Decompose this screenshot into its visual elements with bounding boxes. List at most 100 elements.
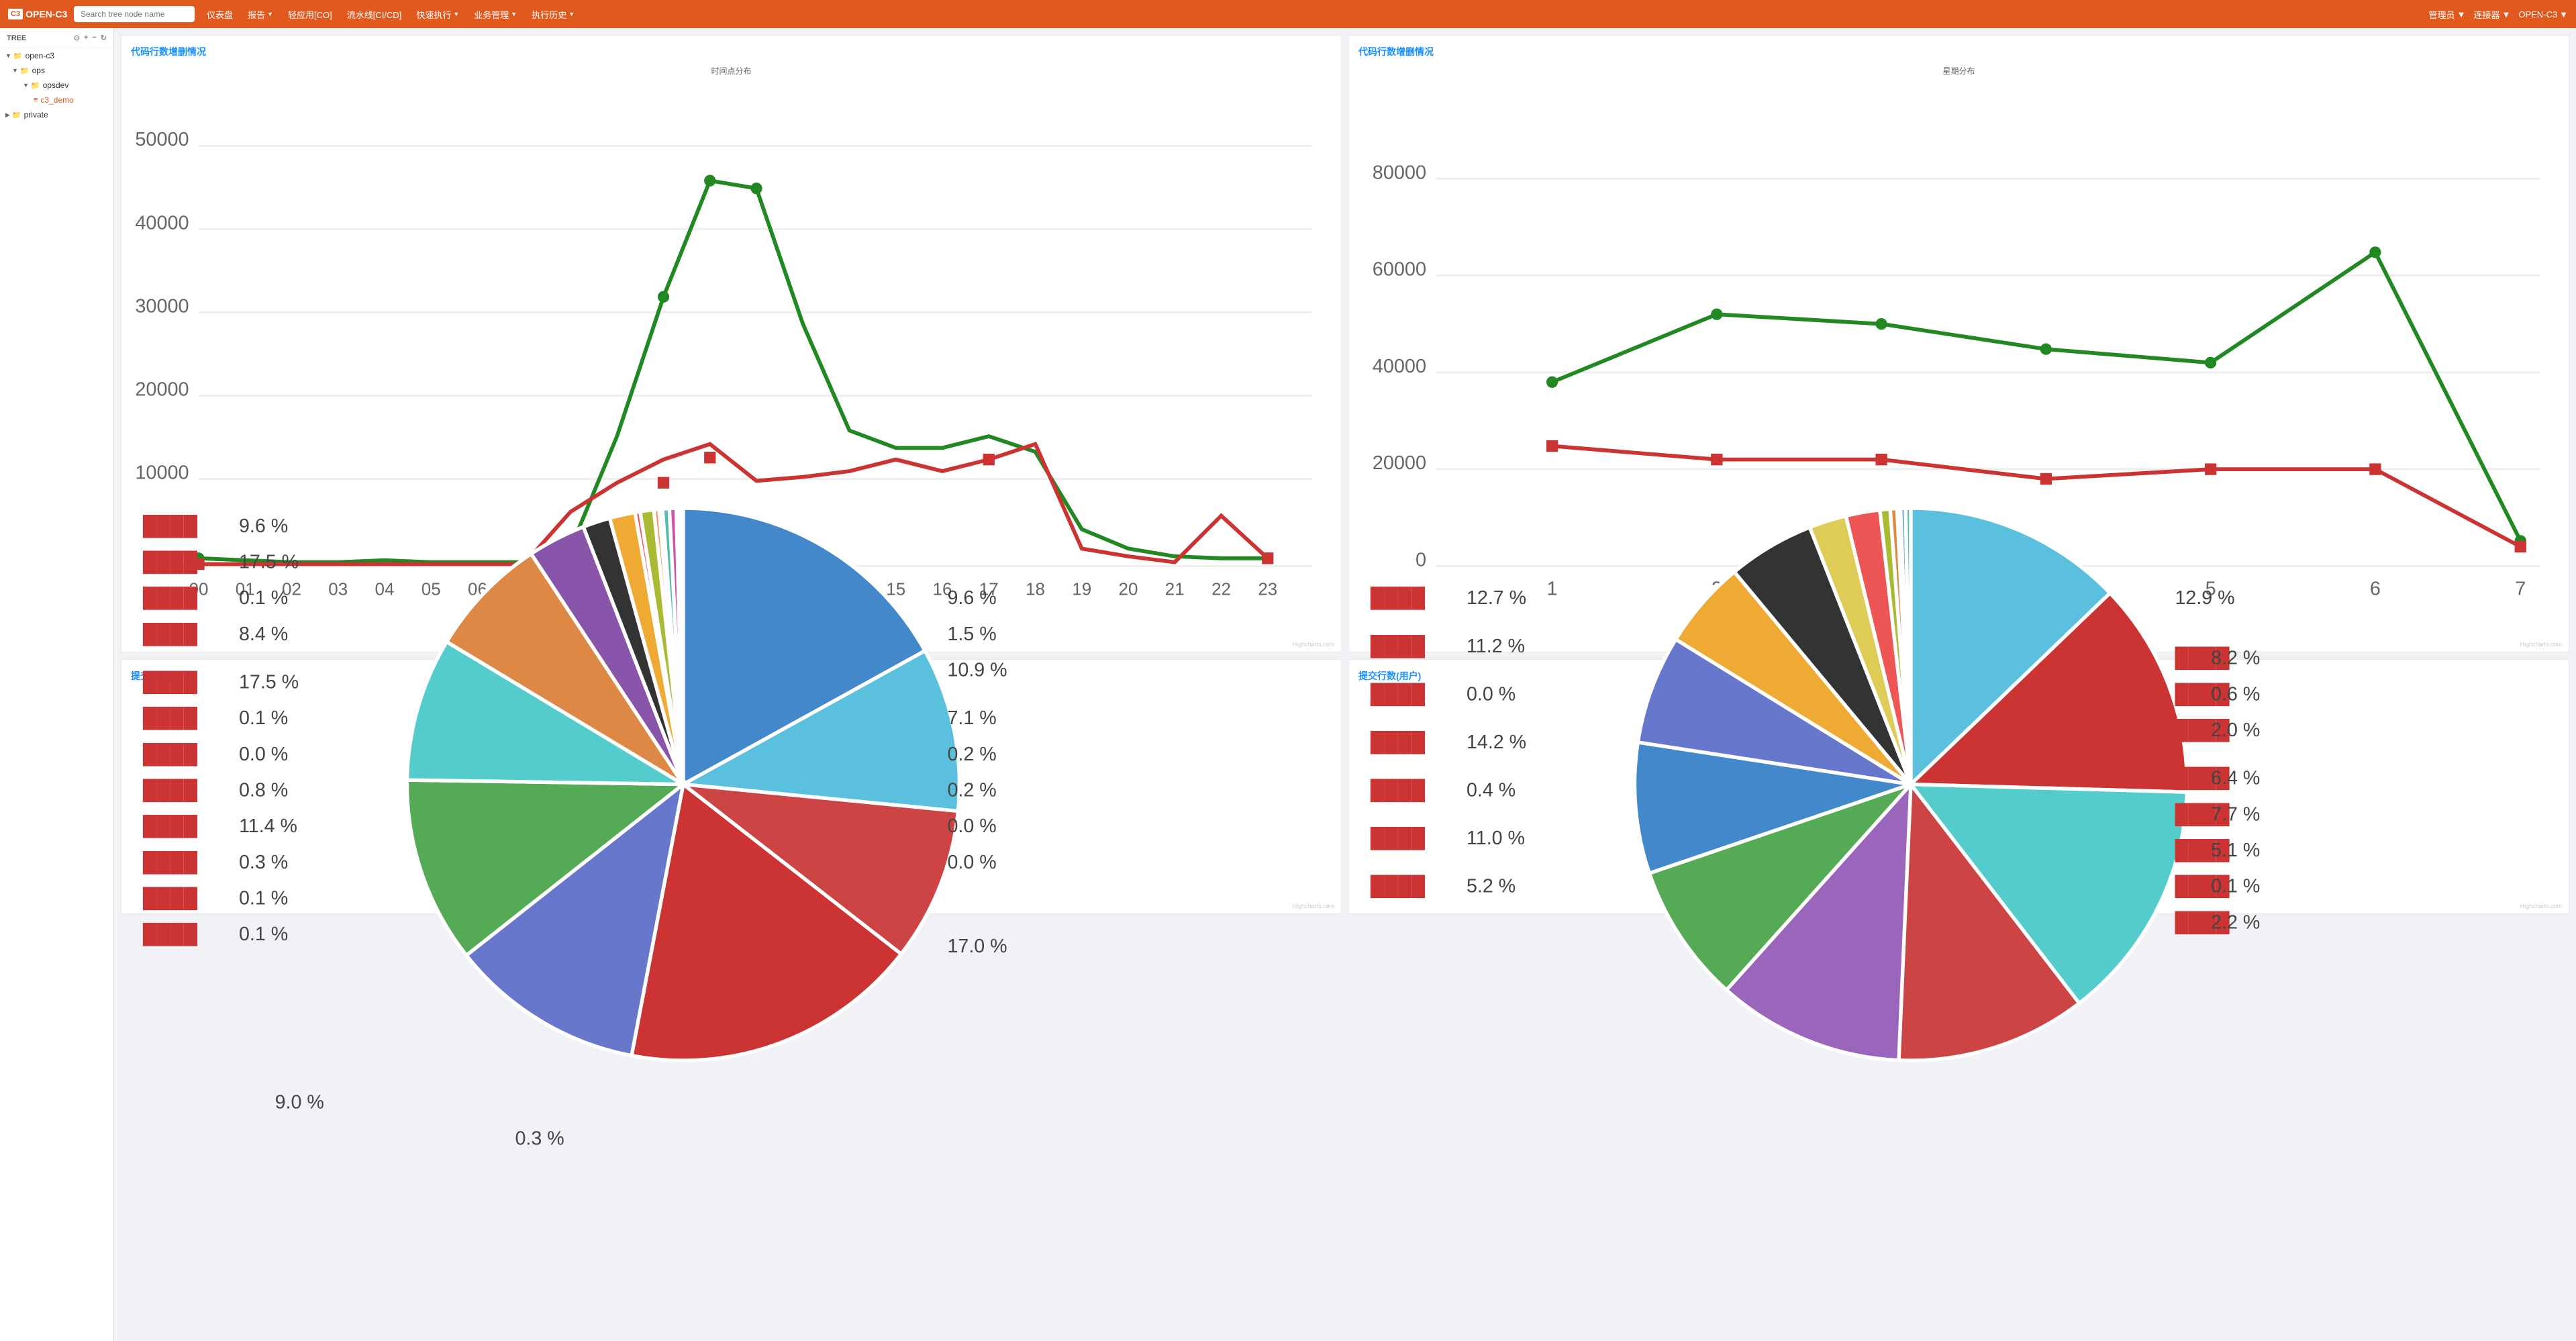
file-icon-c3demo: ≡ [34, 96, 38, 104]
svg-text:████: ████ [1371, 683, 1426, 707]
svg-text:14.2 %: 14.2 % [1467, 732, 1526, 753]
main-layout: TREE ⊙ + − ↻ ▼ 📁 open-c3 ▼ 📁 ops ▼ 📁 ops… [0, 28, 2576, 1341]
svg-text:████: ████ [143, 622, 198, 646]
svg-text:11.0 %: 11.0 % [1467, 828, 1525, 849]
nav-quick-arrow: ▼ [453, 11, 459, 17]
pie-container-3: ████ 9.6 % ████ 17.5 % ████ 0.1 % ████ 8… [131, 689, 1332, 904]
folder-icon-private: 📁 [12, 111, 21, 119]
charts-grid: 代码行数增删情况 时间点分布 0 10000 20000 30000 40000… [121, 35, 2569, 914]
tree-node-private[interactable]: ▶ 📁 private [0, 107, 113, 122]
tree-arrow-private: ▶ [5, 111, 10, 119]
svg-text:8.4 %: 8.4 % [239, 624, 288, 645]
svg-text:11.4 %: 11.4 % [239, 816, 297, 838]
svg-text:████: ████ [143, 742, 198, 766]
sidebar-icon-add[interactable]: + [84, 34, 88, 42]
sidebar-header: TREE ⊙ + − ↻ [0, 28, 113, 48]
tree-node-opsdev[interactable]: ▼ 📁 opsdev [0, 78, 113, 93]
search-input[interactable] [74, 6, 195, 22]
svg-text:████: ████ [1371, 587, 1426, 611]
svg-text:████: ████ [1371, 730, 1426, 754]
svg-text:1.5 %: 1.5 % [948, 624, 997, 645]
svg-text:7.7 %: 7.7 % [2211, 804, 2260, 826]
svg-text:████: ████ [143, 850, 198, 875]
tree-label-ops: ops [32, 66, 45, 75]
svg-text:50000: 50000 [135, 129, 189, 150]
tree-node-open-c3[interactable]: ▼ 📁 open-c3 [0, 48, 113, 63]
svg-text:0.6 %: 0.6 % [2211, 684, 2260, 705]
svg-text:6.4 %: 6.4 % [2211, 768, 2260, 789]
nav-dashboard[interactable]: 仪表盘 [200, 5, 240, 23]
svg-text:████: ████ [143, 550, 198, 575]
sidebar-icons: ⊙ + − ↻ [74, 34, 107, 42]
highcharts-credit-4: Highcharts.com [2520, 903, 2562, 909]
svg-text:30000: 30000 [135, 295, 189, 317]
nav-cicd[interactable]: 流水线[CI/CD] [340, 5, 409, 23]
svg-text:0.0 %: 0.0 % [239, 744, 288, 765]
folder-icon-open-c3: 📁 [13, 52, 23, 60]
tree-label-c3demo: c3_demo [40, 95, 73, 105]
nav-business[interactable]: 业务管理 ▼ [467, 5, 524, 23]
svg-text:████: ████ [143, 779, 198, 803]
nav-reports-arrow: ▼ [267, 11, 273, 17]
svg-text:80000: 80000 [1373, 162, 1426, 183]
svg-text:12.9 %: 12.9 % [2175, 588, 2235, 609]
sidebar-icon-refresh[interactable]: ↻ [101, 34, 107, 42]
nav-history[interactable]: 执行历史 ▼ [525, 5, 581, 23]
svg-text:████: ████ [143, 670, 198, 695]
svg-text:0.0 %: 0.0 % [948, 816, 997, 838]
tree-label-opsdev: opsdev [43, 81, 69, 90]
svg-text:17.5 %: 17.5 % [239, 672, 299, 693]
svg-text:20000: 20000 [135, 379, 189, 400]
svg-text:████: ████ [143, 514, 198, 538]
chart-subtitle-2: 星期分布 [1358, 65, 2559, 77]
svg-text:12.7 %: 12.7 % [1467, 588, 1526, 609]
svg-text:████: ████ [1371, 634, 1426, 658]
nav-co[interactable]: 轻应用[CO] [281, 5, 339, 23]
chart-title-1: 代码行数增删情况 [131, 45, 1332, 58]
chart-subtitle-1: 时间点分布 [131, 65, 1332, 77]
svg-text:17.0 %: 17.0 % [948, 936, 1007, 957]
svg-text:40000: 40000 [1373, 356, 1426, 377]
svg-text:0.2 %: 0.2 % [948, 744, 997, 765]
svg-text:0.1 %: 0.1 % [2211, 876, 2260, 897]
svg-text:5.1 %: 5.1 % [2211, 840, 2260, 861]
svg-text:17.5 %: 17.5 % [239, 552, 299, 573]
main-content: 代码行数增删情况 时间点分布 0 10000 20000 30000 40000… [114, 28, 2576, 1341]
nav-items: 仪表盘 报告 ▼ 轻应用[CO] 流水线[CI/CD] 快速执行 ▼ 业务管理 … [200, 5, 2424, 23]
svg-text:0.1 %: 0.1 % [239, 708, 288, 730]
nav-reports[interactable]: 报告 ▼ [241, 5, 280, 23]
chart-card-4: 提交行数(用户) ████ 12.7 % ████ 11.2 % ████ 0.… [1348, 659, 2569, 914]
nav-quick[interactable]: 快速执行 ▼ [409, 5, 466, 23]
svg-text:10.9 %: 10.9 % [948, 660, 1007, 681]
svg-text:60000: 60000 [1373, 259, 1426, 281]
logo[interactable]: C3 OPEN-C3 [8, 9, 68, 19]
highcharts-credit-3: Highcharts.com [1292, 903, 1334, 909]
tree-node-ops[interactable]: ▼ 📁 ops [0, 63, 113, 78]
svg-text:2.2 %: 2.2 % [2211, 912, 2260, 934]
svg-text:9.0 %: 9.0 % [275, 1092, 324, 1113]
svg-text:████: ████ [143, 923, 198, 947]
svg-text:████: ████ [143, 587, 198, 611]
svg-text:████: ████ [143, 815, 198, 839]
folder-icon-ops: 📁 [20, 66, 30, 75]
topnav: C3 OPEN-C3 仪表盘 报告 ▼ 轻应用[CO] 流水线[CI/CD] 快… [0, 0, 2576, 28]
sidebar-icon-locate[interactable]: ⊙ [74, 34, 80, 42]
svg-text:████: ████ [1371, 875, 1426, 899]
svg-text:11.2 %: 11.2 % [1467, 636, 1525, 657]
svg-text:████: ████ [143, 707, 198, 731]
svg-text:0.1 %: 0.1 % [239, 888, 288, 909]
svg-text:5.2 %: 5.2 % [1467, 876, 1516, 897]
nav-connector[interactable]: 连接器 ▼ [2473, 8, 2510, 21]
nav-right: 管理员 ▼ 连接器 ▼ OPEN-C3 ▼ [2429, 8, 2568, 21]
svg-text:0.3 %: 0.3 % [515, 1128, 564, 1150]
svg-text:0.0 %: 0.0 % [1467, 684, 1516, 705]
sidebar-icon-minus[interactable]: − [92, 34, 96, 42]
chart-card-3: 提交次数(用户) ████ 9.6 % ████ 17.5 % ████ 0.1… [121, 659, 1342, 914]
tree-node-c3demo[interactable]: ≡ c3_demo [0, 93, 113, 107]
nav-admin[interactable]: 管理员 ▼ [2429, 8, 2466, 21]
svg-text:0.1 %: 0.1 % [239, 588, 288, 609]
tree-label-private: private [24, 110, 48, 119]
logo-icon: C3 [8, 9, 23, 19]
nav-open-c3[interactable]: OPEN-C3 ▼ [2518, 9, 2568, 19]
pie-svg-3: ████ 9.6 % ████ 17.5 % ████ 0.1 % ████ 8… [131, 412, 1332, 1181]
